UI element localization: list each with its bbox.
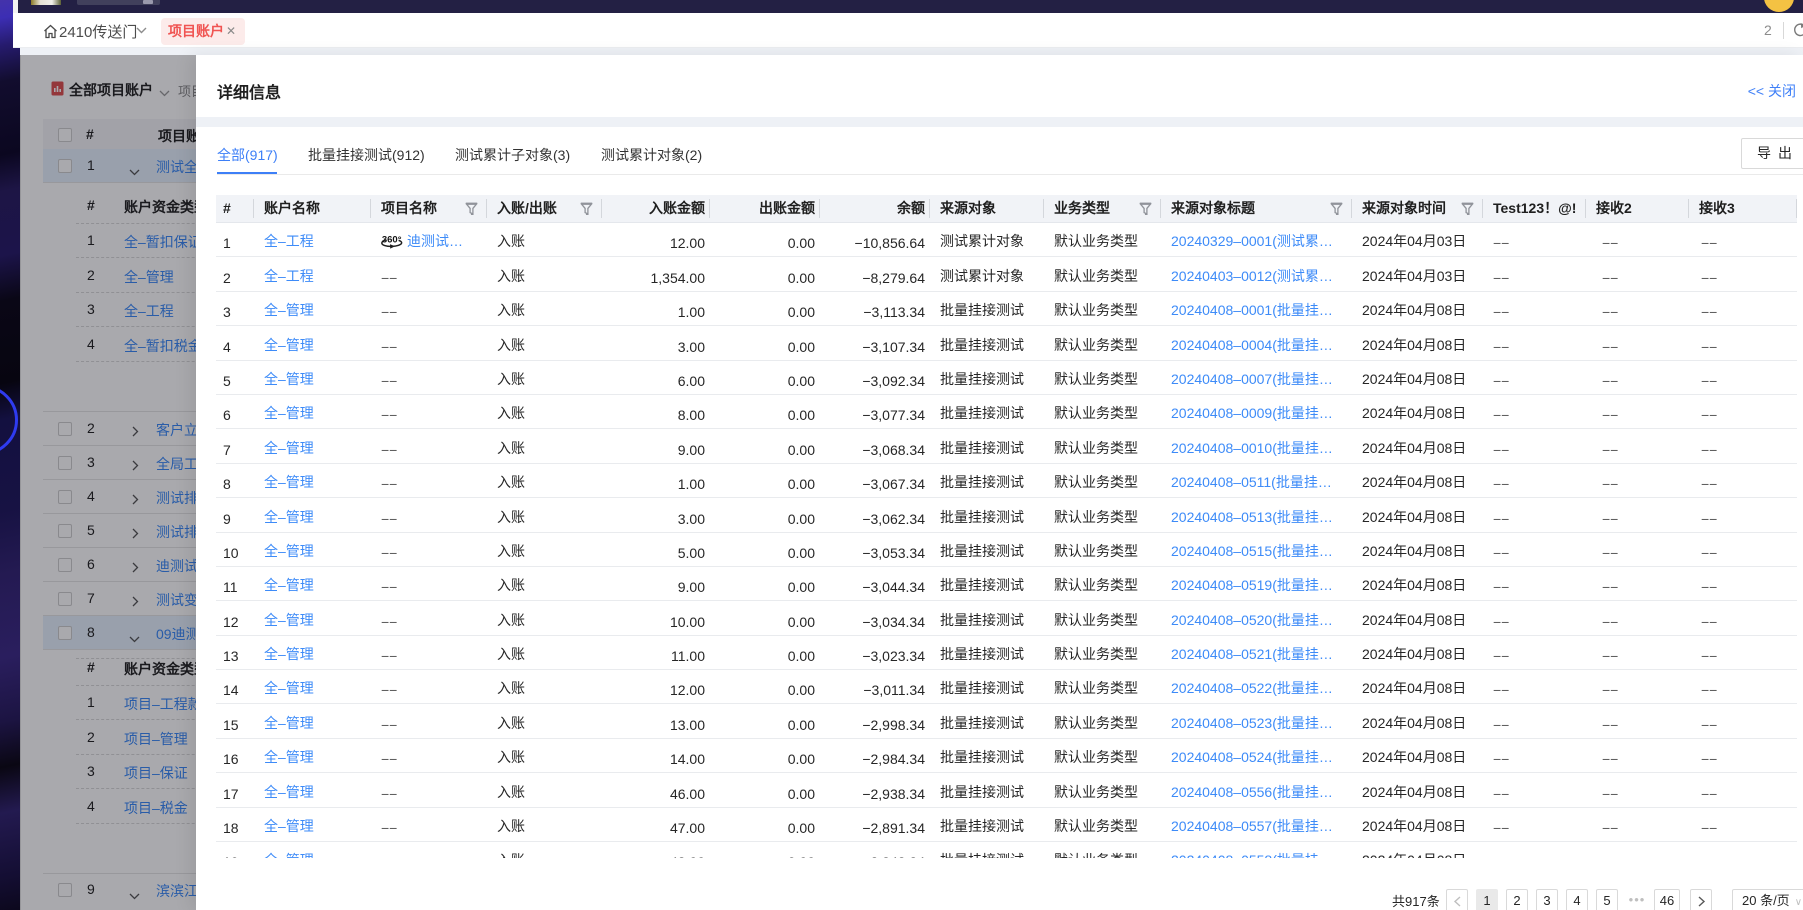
svg-text:360°: 360° — [382, 235, 402, 246]
